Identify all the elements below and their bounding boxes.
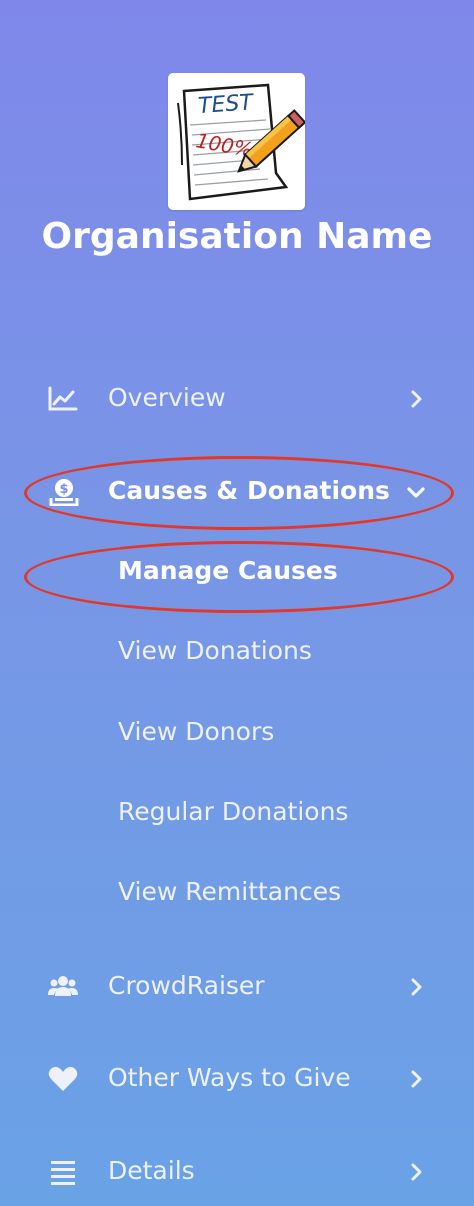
chart-line-icon xyxy=(47,385,79,413)
organisation-logo: TEST 100% xyxy=(168,73,305,210)
svg-text:$: $ xyxy=(59,482,68,497)
organisation-name: Organisation Name xyxy=(41,216,433,257)
chevron-right-icon xyxy=(405,388,427,410)
nav-label-details: Details xyxy=(108,1156,195,1185)
hand-donate-coin-icon: $ xyxy=(47,478,79,506)
test-paper-pencil-icon: TEST 100% xyxy=(177,83,305,201)
chevron-right-icon xyxy=(405,1161,427,1183)
nav-item-causes-donations[interactable]: $ Causes & Donations xyxy=(0,465,474,519)
submenu-regular-donations[interactable]: Regular Donations xyxy=(118,797,348,826)
nav-label-overview: Overview xyxy=(108,383,226,412)
sidebar: TEST 100% Organisation Name Overview $ C… xyxy=(0,0,474,1206)
nav-item-crowdraiser[interactable]: CrowdRaiser xyxy=(0,960,474,1014)
heart-icon xyxy=(47,1065,79,1093)
nav-item-other-ways-to-give[interactable]: Other Ways to Give xyxy=(0,1052,474,1106)
nav-label-other-ways-to-give: Other Ways to Give xyxy=(108,1063,351,1092)
users-group-icon xyxy=(47,973,79,1001)
chevron-right-icon xyxy=(405,976,427,998)
svg-text:TEST: TEST xyxy=(197,90,255,119)
nav-item-details[interactable]: Details xyxy=(0,1145,474,1199)
list-icon xyxy=(47,1158,79,1186)
nav-label-causes-donations: Causes & Donations xyxy=(108,476,390,505)
nav-label-crowdraiser: CrowdRaiser xyxy=(108,971,265,1000)
submenu-manage-causes[interactable]: Manage Causes xyxy=(118,556,338,585)
submenu-view-donations[interactable]: View Donations xyxy=(118,636,312,665)
chevron-right-icon xyxy=(405,1068,427,1090)
submenu-view-remittances[interactable]: View Remittances xyxy=(118,877,341,906)
nav-item-overview[interactable]: Overview xyxy=(0,372,474,426)
chevron-down-icon xyxy=(405,481,427,503)
submenu-view-donors[interactable]: View Donors xyxy=(118,717,274,746)
